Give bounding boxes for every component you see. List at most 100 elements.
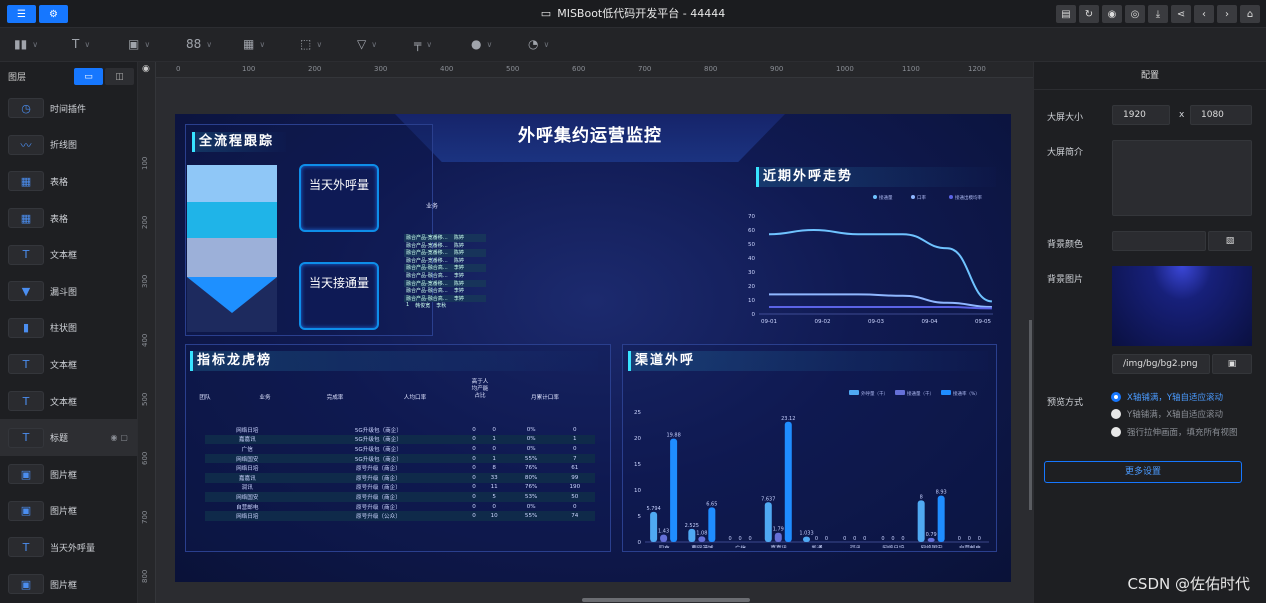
width-input[interactable]: 1920 xyxy=(1112,105,1170,125)
table-cell: 190 xyxy=(569,484,581,491)
layer-label: 折线图 xyxy=(50,141,78,152)
home-icon[interactable]: ⌂ xyxy=(1240,5,1260,23)
table-row: 融合产品-宽番移… 陈婷 xyxy=(404,242,486,250)
select-icon[interactable]: ⬚ ∨ xyxy=(300,37,322,51)
brush-icon[interactable]: ╤ ∨ xyxy=(414,37,432,51)
table-row[interactable]: 网络日培 原号升级（商企） 0 8 76% 61 xyxy=(205,463,595,473)
series-line xyxy=(768,228,993,303)
document-icon[interactable]: ▤ xyxy=(1056,5,1076,23)
table-row[interactable]: 自营邮电 原号升级（商企） 0 0 0% 0 xyxy=(205,502,595,512)
table-row[interactable]: 嘉嘉讯 原号升级（商企） 0 33 80% 99 xyxy=(205,472,595,483)
back-icon[interactable]: ‹ xyxy=(1194,5,1214,23)
filter-icon[interactable]: ▽ ∨ xyxy=(357,37,377,51)
ruler-tick: 1000 xyxy=(836,65,854,73)
table-row[interactable]: 网络日培 原号升级（公众） 0 10 55% 74 xyxy=(205,511,595,521)
mini-table[interactable]: 融合产品-宽番移… 陈婷 融合产品-宽番移… 陈婷 融合产品-宽番移… 陈婷 融合产品-宽番… xyxy=(404,234,486,310)
layer-label: 文本框 xyxy=(50,251,78,262)
design-canvas[interactable]: 外呼集约运营监控 全流程跟踪 当天外呼量 当天接通量 业务 融合产品-宽番移… 陈… xyxy=(156,78,1033,603)
layer-item[interactable]: 〰折线图 xyxy=(0,127,137,164)
vertical-scrollbar[interactable] xyxy=(1029,320,1032,510)
table-cell: 网络日培 xyxy=(205,511,290,521)
x-tick-label: 凯通 xyxy=(811,544,823,548)
data-label: 0 xyxy=(891,536,894,542)
bgcolor-input[interactable] xyxy=(1112,231,1206,251)
trend-title[interactable]: 近期外呼走势 xyxy=(756,167,996,187)
table-row[interactable]: 网络国安 5G升级包（商企） 0 1 55% 7 xyxy=(205,453,595,464)
channel-title[interactable]: 渠道外呼 xyxy=(628,351,988,371)
table-cell: 80% xyxy=(507,472,555,483)
layer-item[interactable]: T 文本框 xyxy=(0,383,137,420)
screen-title[interactable]: 外呼集约运营监控 xyxy=(395,114,785,162)
table-cell: 0% xyxy=(507,434,555,445)
funnel-segment xyxy=(187,202,277,238)
visibility-lock-icon[interactable]: ◉▢ xyxy=(110,433,131,442)
layer-item[interactable]: ▦ 表格 xyxy=(0,200,137,237)
x-tick-label: 网络国安 xyxy=(921,544,944,548)
bgimg-path-input[interactable]: /img/bg/bg2.png xyxy=(1112,354,1210,374)
monitor-tab-icon[interactable]: ▭ xyxy=(74,68,103,85)
more-settings-button[interactable]: 更多设置 xyxy=(1044,461,1242,483)
desc-textarea[interactable] xyxy=(1112,140,1252,216)
flow-title[interactable]: 全流程跟踪 xyxy=(192,132,286,152)
eye-icon[interactable]: ◉ xyxy=(142,64,150,74)
data-label: 0 xyxy=(748,536,751,542)
x-tick-label: 09-01 xyxy=(761,319,777,325)
table-cell: 1 xyxy=(406,302,410,309)
layer-item[interactable]: T 当天外呼量 xyxy=(0,529,137,566)
layer-item[interactable]: ▣ 图片框 xyxy=(0,493,137,530)
monitor-icon: ▭ xyxy=(540,7,552,20)
image-upload-icon[interactable]: ▣ xyxy=(1212,354,1252,374)
table-row[interactable]: 广信 5G升级包（商企） 0 0 0% 0 xyxy=(205,444,595,454)
layer-item[interactable]: ▦ 表格 xyxy=(0,163,137,200)
table-row[interactable]: 网络日培 5G升级包（商企） 0 0 0% 0 xyxy=(205,425,595,435)
forward-icon[interactable]: › xyxy=(1217,5,1237,23)
table-row[interactable]: 嘉嘉讯 5G升级包（商企） 0 1 0% 1 xyxy=(205,434,595,445)
trend-line-chart[interactable]: 0 10 20 30 40 50 60 70 09-01 09-02 09-03 09-04 09-05… xyxy=(735,190,1011,330)
info-icon[interactable]: ● ∨ xyxy=(471,37,492,51)
channel-bar-chart[interactable]: 0 5 10 15 20 25 外呼量（千） 接通量（千） 接通率（%） 四充 5.794 1.43 1… xyxy=(627,372,997,548)
table-cell: 自营邮电 xyxy=(236,504,259,511)
table-cell: 0 xyxy=(467,453,481,464)
dashboard-screen[interactable]: 外呼集约运营监控 全流程跟踪 当天外呼量 当天接通量 业务 融合产品-宽番移… 陈… xyxy=(175,114,1011,582)
layer-item[interactable]: ▣ 图片框 xyxy=(0,566,137,603)
table-row: 融合产品-融合高… 李婷 xyxy=(404,287,486,295)
funnel-segment xyxy=(187,277,277,313)
preview-option-2[interactable]: Y轴铺满，X轴自适应滚动 xyxy=(1111,408,1223,420)
horizontal-scrollbar[interactable] xyxy=(582,598,750,602)
table-row: 1 韩俊宽 李秋 xyxy=(404,302,486,310)
image-icon[interactable]: ▣ ∨ xyxy=(128,37,150,51)
bg-image-preview[interactable] xyxy=(1112,266,1252,346)
layer-item[interactable]: T 标题 ◉▢ xyxy=(0,419,137,456)
layer-item[interactable]: T 文本框 xyxy=(0,346,137,383)
rank-table[interactable]: 网络日培 5G升级包（商企） 0 0 0% 0 嘉嘉讯 5G升级包（商企） 0 1 0% 1 广信 5G升… xyxy=(205,425,595,521)
table-row[interactable]: 网络国安 原号升级（商企） 0 5 53% 50 xyxy=(205,492,595,502)
rank-title[interactable]: 指标龙虎榜 xyxy=(190,351,598,371)
grid-icon[interactable]: ▦ ∨ xyxy=(243,37,265,51)
database-tab-icon[interactable]: ◫ xyxy=(105,68,134,85)
color-picker-icon[interactable]: ▧ xyxy=(1208,231,1252,251)
y-tick-label: 60 xyxy=(748,228,755,234)
kpi-connected[interactable]: 当天接通量 xyxy=(299,262,379,330)
table-icon[interactable]: 88 ∨ xyxy=(186,37,212,51)
preview-option-3[interactable]: 强行拉伸画面，填充所有视图 xyxy=(1111,426,1238,438)
data-label: 0 xyxy=(728,536,731,542)
table-row[interactable]: 润讯 原号升级（商企） 0 11 76% 190 xyxy=(205,483,595,493)
clock-icon[interactable]: ◔ ∨ xyxy=(528,37,549,51)
preview-option-1[interactable]: X轴铺满，Y轴自适应滚动 xyxy=(1111,391,1223,403)
bar-chart-icon[interactable]: ▮▮ ∨ xyxy=(14,37,38,51)
height-input[interactable]: 1080 xyxy=(1190,105,1252,125)
layer-item[interactable]: ▣ 图片框 xyxy=(0,456,137,493)
funnel-chart[interactable] xyxy=(187,165,277,332)
layer-item[interactable]: T 文本框 xyxy=(0,236,137,273)
download-icon[interactable]: ⤓ xyxy=(1148,5,1168,23)
text-icon[interactable]: T ∨ xyxy=(72,37,90,51)
kpi-outbound[interactable]: 当天外呼量 xyxy=(299,164,379,232)
eye-icon[interactable]: ◎ xyxy=(1125,5,1145,23)
layer-item[interactable]: ▮ 柱状图 xyxy=(0,310,137,347)
camera-icon[interactable]: ◉ xyxy=(1102,5,1122,23)
table-cell: 0% xyxy=(526,503,536,510)
layer-item[interactable]: ◷ 时间插件 xyxy=(0,90,137,127)
share-icon[interactable]: ⋖ xyxy=(1171,5,1191,23)
refresh-icon[interactable]: ↻ xyxy=(1079,5,1099,23)
layer-item[interactable]: ▼ 漏斗图 xyxy=(0,273,137,310)
